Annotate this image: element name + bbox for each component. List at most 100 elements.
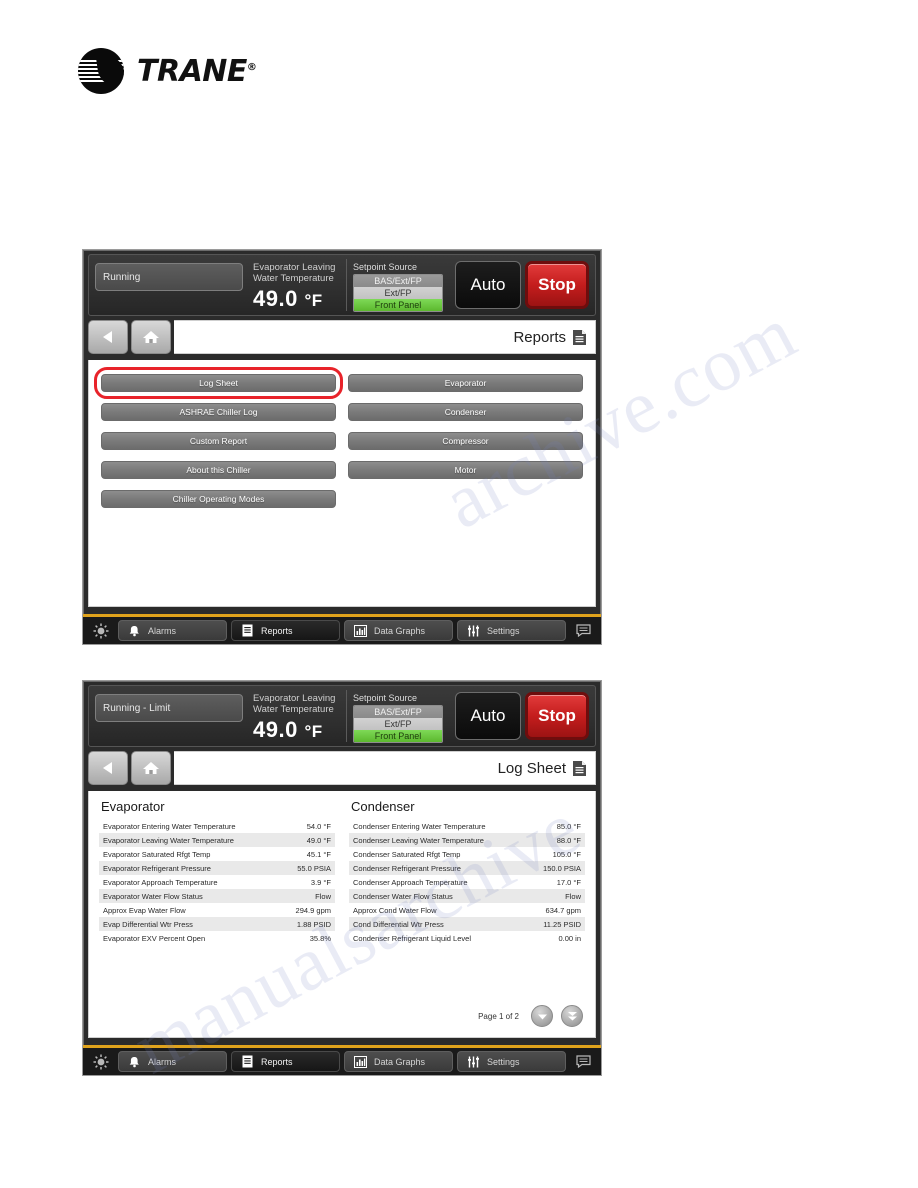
setpoint-option-bas-ext-fp[interactable]: BAS/Ext/FP: [354, 275, 442, 287]
report-cell-compressor: Compressor: [348, 432, 583, 450]
report-button-condenser[interactable]: Condenser: [348, 403, 583, 421]
chiller-panel-log-sheet: Running - Limit Evaporator Leaving Water…: [82, 680, 602, 1076]
setpoint-source-group: Setpoint Source BAS/Ext/FP Ext/FP Front …: [347, 259, 447, 312]
row-value: 11.25 PSID: [543, 919, 581, 929]
report-button-custom-report[interactable]: Custom Report: [101, 432, 336, 450]
bell-icon: [127, 625, 141, 637]
log-sheet-columns: Evaporator Evaporator Entering Water Tem…: [99, 799, 585, 945]
setpoint-option-front-panel[interactable]: Front Panel: [354, 730, 442, 742]
back-arrow-icon: [103, 762, 112, 774]
toolbar-button-data-graphs[interactable]: Data Graphs: [344, 620, 453, 641]
report-button-evaporator[interactable]: Evaporator: [348, 374, 583, 392]
row-label: Evaporator Approach Temperature: [103, 877, 218, 887]
back-button[interactable]: [88, 751, 128, 785]
report-button-motor[interactable]: Motor: [348, 461, 583, 479]
next-page-button[interactable]: [531, 1005, 553, 1027]
toolbar-button-alarms[interactable]: Alarms: [118, 620, 227, 641]
report-button-compressor[interactable]: Compressor: [348, 432, 583, 450]
evaporator-table-row: Evaporator Leaving Water Temperature 49.0…: [99, 833, 335, 847]
condenser-table: Condenser Entering Water Temperature 85.0…: [349, 819, 585, 945]
row-label: Evaporator Leaving Water Temperature: [103, 835, 234, 845]
evaporator-table-row: Approx Evap Water Flow 294.9 gpm: [99, 903, 335, 917]
log-sheet-content: Evaporator Evaporator Entering Water Tem…: [88, 791, 596, 1038]
manual-page: TRANE® Running Evaporator Leaving Water …: [0, 0, 918, 1188]
row-label: Evaporator Water Flow Status: [103, 891, 203, 901]
row-value: 294.9 gpm: [295, 905, 331, 915]
report-cell-custom-report: Custom Report: [101, 432, 336, 450]
brightness-icon: [93, 1054, 109, 1069]
setpoint-source-label: Setpoint Source: [353, 262, 418, 272]
reports-menu-content: Log Sheet Evaporator ASHRAE Chiller Log …: [88, 360, 596, 607]
evaporator-table-row: Evaporator Entering Water Temperature 54.…: [99, 819, 335, 833]
condenser-table-row: Condenser Refrigerant Liquid Level 0.00 i…: [349, 931, 585, 945]
report-button-about-this-chiller[interactable]: About this Chiller: [101, 461, 336, 479]
evaporator-table-row: Evaporator Water Flow Status Flow: [99, 889, 335, 903]
toolbar-label-alarms: Alarms: [148, 625, 177, 636]
setpoint-option-bas-ext-fp[interactable]: BAS/Ext/FP: [354, 706, 442, 718]
report-button-ashrae-chiller-log[interactable]: ASHRAE Chiller Log: [101, 403, 336, 421]
brightness-button[interactable]: [88, 623, 114, 639]
navigation-bar-reports: Reports: [88, 320, 596, 360]
toolbar-button-reports[interactable]: Reports: [231, 1051, 340, 1072]
evaporator-table-row: Evaporator Approach Temperature 3.9 °F: [99, 875, 335, 889]
brightness-icon: [93, 623, 109, 638]
row-label: Condenser Leaving Water Temperature: [353, 835, 484, 845]
row-label: Condenser Entering Water Temperature: [353, 821, 486, 831]
condenser-table-row: Condenser Saturated Rfgt Temp 105.0 °F: [349, 847, 585, 861]
stop-button[interactable]: Stop: [525, 261, 589, 309]
setpoint-option-ext-fp[interactable]: Ext/FP: [354, 718, 442, 730]
toolbar-button-settings[interactable]: Settings: [457, 620, 566, 641]
row-value: Flow: [565, 891, 581, 901]
last-page-button[interactable]: [561, 1005, 583, 1027]
toolbar-button-settings[interactable]: Settings: [457, 1051, 566, 1072]
chart-icon: [353, 1055, 367, 1068]
auto-button[interactable]: Auto: [455, 261, 521, 309]
toolbar-button-data-graphs[interactable]: Data Graphs: [344, 1051, 453, 1072]
brightness-button[interactable]: [88, 1054, 114, 1070]
page-title-bar: Log Sheet: [174, 751, 596, 785]
chat-button[interactable]: [570, 624, 596, 637]
double-chevron-down-icon: [567, 1011, 577, 1020]
row-value: 634.7 gpm: [545, 905, 581, 915]
auto-button[interactable]: Auto: [455, 692, 521, 740]
condenser-table-row: Condenser Approach Temperature 17.0 °F: [349, 875, 585, 889]
row-label: Evaporator Saturated Rfgt Temp: [103, 849, 211, 859]
evap-temp-label: Evaporator Leaving Water Temperature: [253, 693, 336, 715]
row-value: 1.88 PSID: [296, 919, 331, 929]
stop-button[interactable]: Stop: [525, 692, 589, 740]
row-label: Evaporator EXV Percent Open: [103, 933, 206, 943]
chart-icon: [353, 624, 367, 637]
document-icon: [573, 760, 586, 776]
home-button[interactable]: [131, 751, 171, 785]
home-icon: [143, 331, 159, 343]
row-label: Condenser Water Flow Status: [353, 891, 453, 901]
condenser-table-row: Approx Cond Water Flow 634.7 gpm: [349, 903, 585, 917]
evap-leaving-water-temp-readout: Evaporator Leaving Water Temperature 49.…: [249, 259, 347, 311]
row-label: Condenser Refrigerant Liquid Level: [353, 933, 471, 943]
document-icon: [573, 329, 586, 345]
status-header-reports: Running Evaporator Leaving Water Tempera…: [88, 254, 596, 316]
condenser-table-row: Condenser Entering Water Temperature 85.0…: [349, 819, 585, 833]
document-icon: [240, 624, 254, 637]
sliders-icon: [466, 1056, 480, 1068]
home-button[interactable]: [131, 320, 171, 354]
setpoint-source-label: Setpoint Source: [353, 693, 418, 703]
report-button-chiller-operating-modes[interactable]: Chiller Operating Modes: [101, 490, 336, 508]
trane-logo: TRANE®: [78, 48, 257, 94]
trane-wordmark: TRANE®: [137, 53, 257, 89]
row-label: Condenser Approach Temperature: [353, 877, 468, 887]
chat-button[interactable]: [570, 1055, 596, 1068]
row-label: Approx Cond Water Flow: [353, 905, 437, 915]
report-button-log-sheet[interactable]: Log Sheet: [101, 374, 336, 392]
setpoint-option-front-panel[interactable]: Front Panel: [354, 299, 442, 311]
evap-leaving-water-temp-readout: Evaporator Leaving Water Temperature 49.…: [249, 690, 347, 742]
back-button[interactable]: [88, 320, 128, 354]
row-value: 105.0 °F: [552, 849, 581, 859]
setpoint-option-ext-fp[interactable]: Ext/FP: [354, 287, 442, 299]
toolbar-button-alarms[interactable]: Alarms: [118, 1051, 227, 1072]
toolbar-label-settings: Settings: [487, 1056, 520, 1067]
toolbar-button-reports[interactable]: Reports: [231, 620, 340, 641]
evaporator-heading: Evaporator: [101, 799, 165, 814]
row-value: 35.8%: [309, 933, 331, 943]
sliders-icon: [466, 625, 480, 637]
